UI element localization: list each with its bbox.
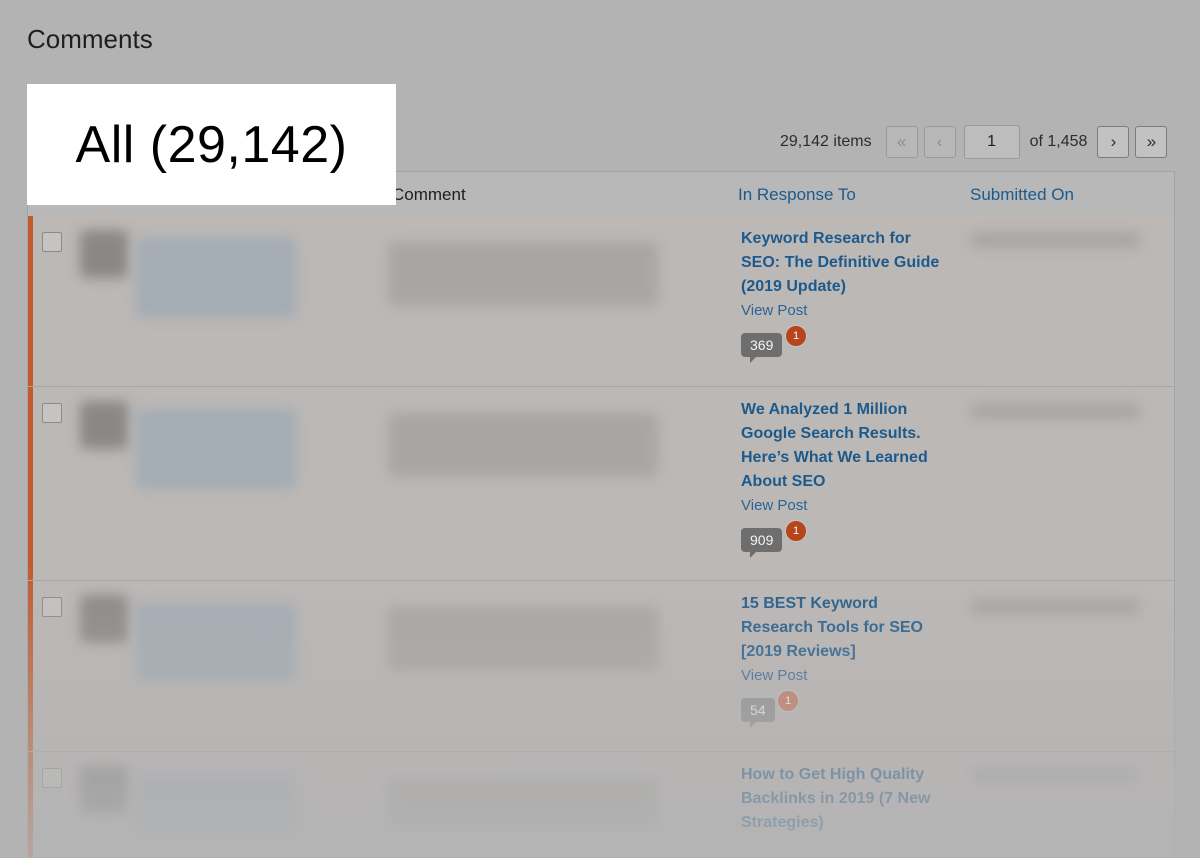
comments-table: Comment In Response To Submitted On Keyw… [27, 171, 1175, 858]
post-title-link[interactable]: 15 BEST Keyword Research Tools for SEO [… [741, 592, 951, 664]
unapproved-indicator [28, 581, 33, 751]
comment-text-blurred [388, 242, 658, 306]
filter-all-link[interactable]: All (29,142) [27, 84, 396, 205]
submitted-date-blurred [970, 768, 1140, 784]
table-row: 15 BEST Keyword Research Tools for SEO [… [28, 581, 1174, 752]
response-cell: How to Get High Quality Backlinks in 201… [741, 763, 951, 835]
table-row: How to Get High Quality Backlinks in 201… [28, 752, 1174, 857]
total-pages-label: of 1,458 [1029, 133, 1088, 150]
column-header-in-response-to[interactable]: In Response To [738, 185, 856, 205]
comment-count-bubble[interactable]: 909 [741, 528, 783, 558]
author-details-blurred [136, 409, 296, 489]
author-details-blurred [136, 603, 296, 683]
response-cell: 15 BEST Keyword Research Tools for SEO [… [741, 592, 951, 732]
pending-count-badge: 1 [777, 690, 799, 712]
row-checkbox[interactable] [42, 768, 62, 788]
post-title-link[interactable]: Keyword Research for SEO: The Definitive… [741, 227, 951, 299]
comment-text-blurred [388, 778, 658, 828]
comment-count-bubble[interactable]: 369 [741, 333, 783, 363]
comment-count-bubble[interactable]: 54 [741, 698, 775, 728]
post-title-link[interactable]: We Analyzed 1 Million Google Search Resu… [741, 398, 951, 494]
unapproved-indicator [28, 752, 33, 857]
prev-page-button[interactable]: ‹ [923, 126, 956, 158]
first-page-button[interactable]: « [885, 126, 918, 158]
next-page-button[interactable]: › [1097, 126, 1130, 158]
row-checkbox[interactable] [42, 597, 62, 617]
last-page-button[interactable]: » [1135, 126, 1168, 158]
unapproved-indicator [28, 387, 33, 580]
view-post-link[interactable]: View Post [741, 494, 951, 518]
response-cell: We Analyzed 1 Million Google Search Resu… [741, 398, 951, 562]
items-count: 29,142 items [780, 133, 872, 150]
current-page-input[interactable]: 1 [963, 125, 1020, 159]
pending-count-badge: 1 [785, 325, 807, 347]
view-post-link[interactable]: View Post [741, 299, 951, 323]
author-details-blurred [136, 774, 296, 834]
submitted-date-blurred [970, 599, 1140, 615]
page-title: Comments [27, 24, 153, 54]
author-avatar [80, 595, 128, 643]
submitted-date-blurred [970, 403, 1140, 419]
column-header-submitted-on[interactable]: Submitted On [970, 185, 1074, 205]
submitted-date-blurred [970, 232, 1140, 248]
column-header-comment[interactable]: Comment [392, 185, 466, 205]
author-avatar [80, 401, 128, 449]
author-avatar [80, 230, 128, 278]
table-row: Keyword Research for SEO: The Definitive… [28, 216, 1174, 387]
unapproved-indicator [28, 216, 33, 386]
row-checkbox[interactable] [42, 403, 62, 423]
author-avatar [80, 766, 128, 814]
row-checkbox[interactable] [42, 232, 62, 252]
pagination: 29,142 items « ‹ 1 of 1,458 › » [780, 125, 1168, 159]
view-post-link[interactable]: View Post [741, 664, 951, 688]
comment-text-blurred [388, 607, 658, 671]
response-cell: Keyword Research for SEO: The Definitive… [741, 227, 951, 367]
post-title-link[interactable]: How to Get High Quality Backlinks in 201… [741, 763, 951, 835]
table-row: We Analyzed 1 Million Google Search Resu… [28, 387, 1174, 581]
comment-text-blurred [388, 413, 658, 477]
author-details-blurred [136, 238, 296, 318]
pending-count-badge: 1 [785, 520, 807, 542]
